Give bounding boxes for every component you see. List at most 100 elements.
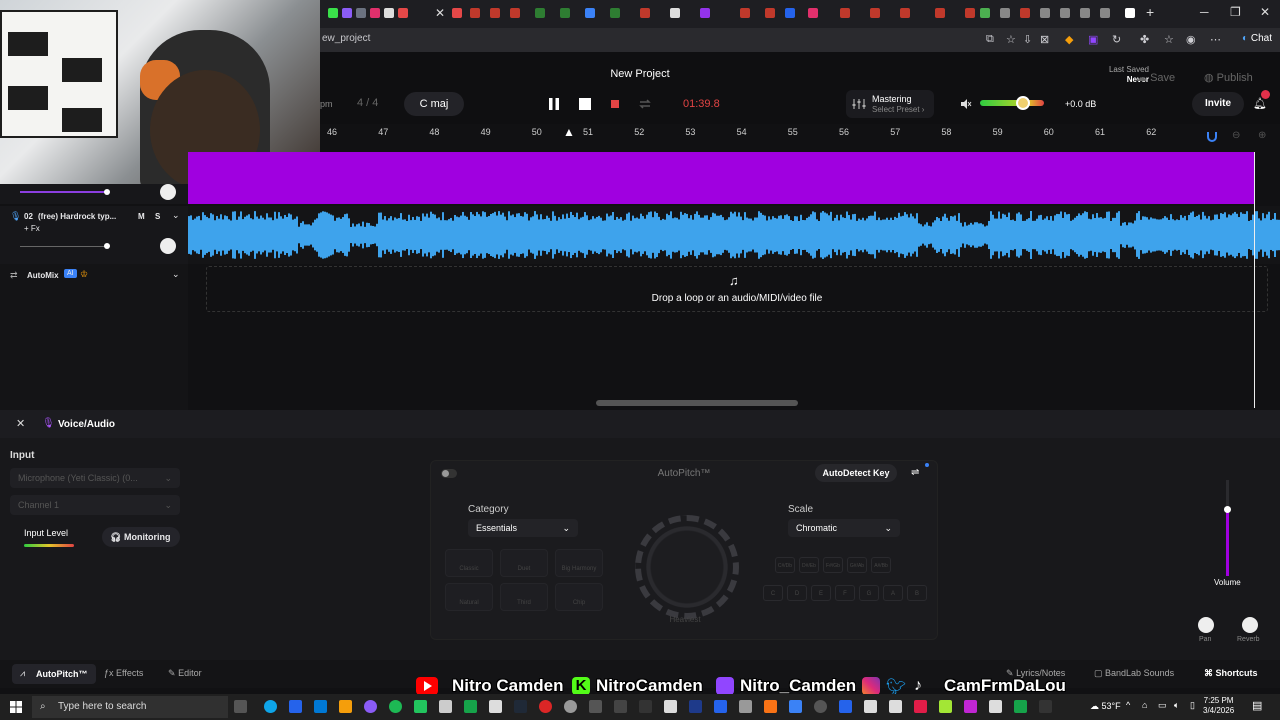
tab-icon[interactable] [840, 8, 850, 18]
minimize-icon[interactable]: ─ [1200, 5, 1209, 19]
taskbar-app-icon[interactable] [614, 700, 627, 713]
tray-chevron-icon[interactable]: ^ [1126, 700, 1130, 710]
tab-icon[interactable] [342, 8, 352, 18]
note-button[interactable]: A#/Bb [871, 557, 891, 573]
taskbar-app-icon[interactable] [539, 700, 552, 713]
tab-icon[interactable] [1125, 8, 1135, 18]
tab-icon[interactable] [510, 8, 520, 18]
address-bar[interactable]: ew_project ⧉ ☆ ⇩ ⊠ ◆ ▣ ↻ ✤ ☆ ◉ ⋯ ◐ Chat [320, 28, 1280, 52]
timeline-ruler[interactable]: 46 47 48 49 50 51 52 53 54 55 56 57 58 59 60 61 62 [320, 124, 1280, 152]
edge-icon[interactable] [264, 700, 277, 713]
project-title[interactable]: New Project [320, 68, 960, 80]
more-icon[interactable]: ⋯ [1210, 33, 1221, 46]
track-2-volume-slider[interactable] [20, 246, 108, 247]
note-button[interactable]: B [907, 585, 927, 601]
input-device-select[interactable]: Microphone (Yeti Classic) (0... ⌄ [10, 468, 180, 488]
automix-row[interactable]: ⇄ AutoMix AI ♔ ⌄ [0, 264, 188, 286]
tab-icon[interactable] [470, 8, 480, 18]
track-2-fx-button[interactable]: + Fx [24, 224, 40, 233]
track-1-volume-thumb[interactable] [104, 189, 110, 195]
track-2-name[interactable]: (free) Hardrock typ... [38, 212, 116, 221]
speaker-mute-icon[interactable] [960, 98, 972, 110]
tab-icon[interactable] [1100, 8, 1110, 18]
system-clock[interactable]: 7:25 PM 3/4/2026 [1203, 696, 1234, 716]
taskbar-app-icon[interactable] [889, 700, 902, 713]
windows-start-icon[interactable] [10, 701, 22, 713]
note-button[interactable]: D [787, 585, 807, 601]
note-button[interactable]: G#/Ab [847, 557, 867, 573]
note-button[interactable]: E [811, 585, 831, 601]
chevron-down-icon[interactable]: ⌄ [172, 269, 180, 280]
preset-chip[interactable]: Chip [555, 583, 603, 611]
loop-icon[interactable] [637, 96, 653, 112]
taskbar-app-icon[interactable] [864, 700, 877, 713]
tab-autopitch[interactable]: ⩘ AutoPitch™ [12, 664, 96, 684]
file-explorer-icon[interactable] [339, 700, 352, 713]
task-view-icon[interactable] [234, 700, 247, 713]
tab-icon[interactable] [610, 8, 620, 18]
tab-icon[interactable] [560, 8, 570, 18]
zoom-in-icon[interactable]: ⊕ [1258, 130, 1266, 141]
taskbar-app-icon[interactable] [639, 700, 652, 713]
tab-icon[interactable] [328, 8, 338, 18]
taskbar-app-icon[interactable] [739, 700, 752, 713]
taskbar-app-icon[interactable] [1039, 700, 1052, 713]
track-volume-thumb[interactable] [1224, 506, 1231, 513]
tab-icon[interactable] [452, 8, 462, 18]
taskbar-app-icon[interactable] [589, 700, 602, 713]
track-1-region[interactable] [188, 152, 1255, 204]
chevron-down-icon[interactable]: ⌄ [172, 210, 180, 221]
mail-icon[interactable] [314, 700, 327, 713]
tab-icon[interactable] [900, 8, 910, 18]
tab-icon[interactable] [535, 8, 545, 18]
autopitch-knob[interactable] [635, 515, 739, 619]
master-volume-slider[interactable] [980, 100, 1044, 106]
app-icon[interactable]: ⧉ [986, 33, 994, 46]
track-2-solo-button[interactable]: S [155, 212, 160, 221]
maximize-icon[interactable]: ❐ [1230, 5, 1241, 19]
tab-icon[interactable] [765, 8, 775, 18]
download-icon[interactable]: ⇩ [1023, 33, 1032, 46]
preset-big-harmony[interactable]: Big Harmony [555, 549, 603, 577]
taskbar-app-icon[interactable] [514, 700, 527, 713]
taskbar-search[interactable]: ⌕ Type here to search [32, 696, 228, 718]
pan-knob[interactable] [1198, 617, 1214, 633]
track-1-pan-knob[interactable] [160, 184, 176, 200]
twitch-extension-icon[interactable]: ▣ [1088, 33, 1098, 46]
tab-icon[interactable] [490, 8, 500, 18]
taskbar-app-icon[interactable] [414, 700, 427, 713]
playhead[interactable] [1254, 152, 1255, 408]
note-button[interactable]: D#/Eb [799, 557, 819, 573]
key-selector[interactable]: C maj [404, 92, 464, 116]
weather-widget[interactable]: ☁ 53°F [1090, 701, 1121, 712]
taskbar-app-icon[interactable] [789, 700, 802, 713]
note-button[interactable]: A [883, 585, 903, 601]
volume-tray-icon[interactable]: 🔈︎ [1174, 700, 1179, 711]
notifications-icon[interactable]: ▤ [1252, 699, 1262, 712]
note-button[interactable]: G [859, 585, 879, 601]
settings-sliders-icon[interactable]: ⇌ [911, 467, 919, 478]
star-icon[interactable]: ☆ [1006, 33, 1016, 46]
close-panel-icon[interactable]: ✕ [16, 417, 25, 430]
taskbar-app-icon[interactable] [714, 700, 727, 713]
tab-icon[interactable] [640, 8, 650, 18]
invite-button[interactable]: Invite [1192, 92, 1244, 116]
close-tab-icon[interactable]: ✕ [435, 6, 445, 20]
master-volume-knob[interactable] [1016, 96, 1030, 110]
preset-classic[interactable]: Classic [445, 549, 493, 577]
taskbar-app-icon[interactable] [764, 700, 777, 713]
battery-icon[interactable]: ▯ [1190, 700, 1195, 711]
bandlab-sounds-button[interactable]: ▢ BandLab Sounds [1094, 668, 1174, 679]
horizontal-scrollbar[interactable] [596, 400, 798, 406]
tab-effects[interactable]: ƒx Effects [104, 668, 143, 678]
tab-editor[interactable]: ✎ Editor [168, 668, 202, 679]
taskbar-app-icon[interactable] [989, 700, 1002, 713]
tab-icon[interactable] [935, 8, 945, 18]
tab-icon[interactable] [670, 8, 680, 18]
favorites-icon[interactable]: ☆ [1164, 33, 1174, 46]
track-1-header[interactable] [0, 184, 188, 204]
autodetect-key-button[interactable]: AutoDetect Key [815, 464, 897, 482]
tab-icon[interactable] [808, 8, 818, 18]
tab-icon[interactable] [1020, 8, 1030, 18]
new-tab-icon[interactable]: + [1146, 4, 1154, 20]
